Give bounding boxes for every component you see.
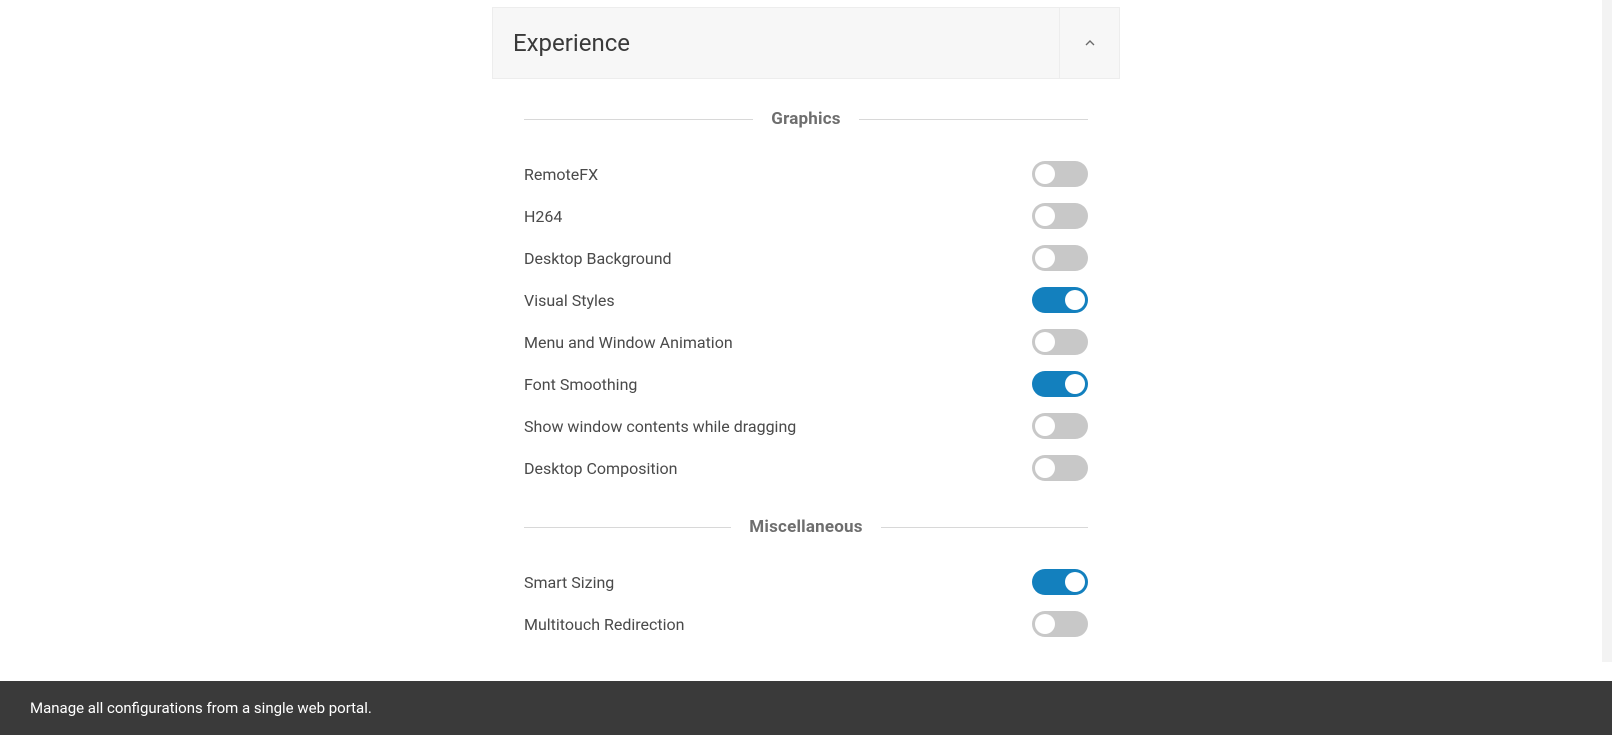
experience-panel-header[interactable]: Experience bbox=[492, 7, 1120, 79]
setting-label: H264 bbox=[524, 207, 562, 226]
setting-label: RemoteFX bbox=[524, 165, 598, 184]
setting-row-desktop-composition: Desktop Composition bbox=[524, 447, 1088, 489]
section-title-graphics: Graphics bbox=[753, 109, 858, 129]
setting-row-multitouch-redirection: Multitouch Redirection bbox=[524, 603, 1088, 645]
toggle-font-smoothing[interactable] bbox=[1032, 371, 1088, 397]
setting-row-show-window-contents: Show window contents while dragging bbox=[524, 405, 1088, 447]
chevron-up-icon bbox=[1082, 35, 1098, 51]
toggle-h264[interactable] bbox=[1032, 203, 1088, 229]
toggle-knob bbox=[1035, 332, 1055, 352]
setting-row-visual-styles: Visual Styles bbox=[524, 279, 1088, 321]
toggle-knob bbox=[1065, 374, 1085, 394]
toggle-knob bbox=[1035, 248, 1055, 268]
divider-line bbox=[859, 119, 1088, 120]
section-header-miscellaneous: Miscellaneous bbox=[524, 517, 1088, 537]
toggle-knob bbox=[1035, 614, 1055, 634]
collapse-button[interactable] bbox=[1059, 8, 1119, 78]
divider-line bbox=[524, 119, 753, 120]
setting-label: Visual Styles bbox=[524, 291, 615, 310]
setting-row-remotefx: RemoteFX bbox=[524, 153, 1088, 195]
setting-row-h264: H264 bbox=[524, 195, 1088, 237]
footer-text: Manage all configurations from a single … bbox=[30, 699, 372, 717]
main-container: Experience Graphics RemoteFX H264 bbox=[0, 0, 1612, 662]
toggle-desktop-background[interactable] bbox=[1032, 245, 1088, 271]
divider-line bbox=[881, 527, 1088, 528]
section-header-graphics: Graphics bbox=[524, 109, 1088, 129]
toggle-show-window-contents[interactable] bbox=[1032, 413, 1088, 439]
setting-label: Multitouch Redirection bbox=[524, 615, 684, 634]
toggle-remotefx[interactable] bbox=[1032, 161, 1088, 187]
setting-row-menu-window-animation: Menu and Window Animation bbox=[524, 321, 1088, 363]
scrollbar-track[interactable] bbox=[1602, 0, 1612, 662]
footer-bar: Manage all configurations from a single … bbox=[0, 681, 1612, 735]
toggle-knob bbox=[1035, 458, 1055, 478]
setting-row-font-smoothing: Font Smoothing bbox=[524, 363, 1088, 405]
toggle-knob bbox=[1065, 290, 1085, 310]
toggle-multitouch-redirection[interactable] bbox=[1032, 611, 1088, 637]
setting-label: Smart Sizing bbox=[524, 573, 614, 592]
toggle-smart-sizing[interactable] bbox=[1032, 569, 1088, 595]
toggle-knob bbox=[1035, 206, 1055, 226]
panel-body: Graphics RemoteFX H264 Desktop Backgroun… bbox=[492, 79, 1120, 662]
panel-title: Experience bbox=[513, 29, 630, 57]
toggle-visual-styles[interactable] bbox=[1032, 287, 1088, 313]
toggle-knob bbox=[1065, 572, 1085, 592]
toggle-knob bbox=[1035, 164, 1055, 184]
toggle-knob bbox=[1035, 416, 1055, 436]
experience-panel: Experience Graphics RemoteFX H264 bbox=[492, 7, 1120, 662]
setting-label: Desktop Background bbox=[524, 249, 672, 268]
setting-label: Font Smoothing bbox=[524, 375, 637, 394]
setting-label: Desktop Composition bbox=[524, 459, 677, 478]
section-title-miscellaneous: Miscellaneous bbox=[731, 517, 880, 537]
toggle-menu-window-animation[interactable] bbox=[1032, 329, 1088, 355]
toggle-desktop-composition[interactable] bbox=[1032, 455, 1088, 481]
setting-label: Menu and Window Animation bbox=[524, 333, 733, 352]
setting-row-desktop-background: Desktop Background bbox=[524, 237, 1088, 279]
setting-row-smart-sizing: Smart Sizing bbox=[524, 561, 1088, 603]
divider-line bbox=[524, 527, 731, 528]
setting-label: Show window contents while dragging bbox=[524, 417, 796, 436]
